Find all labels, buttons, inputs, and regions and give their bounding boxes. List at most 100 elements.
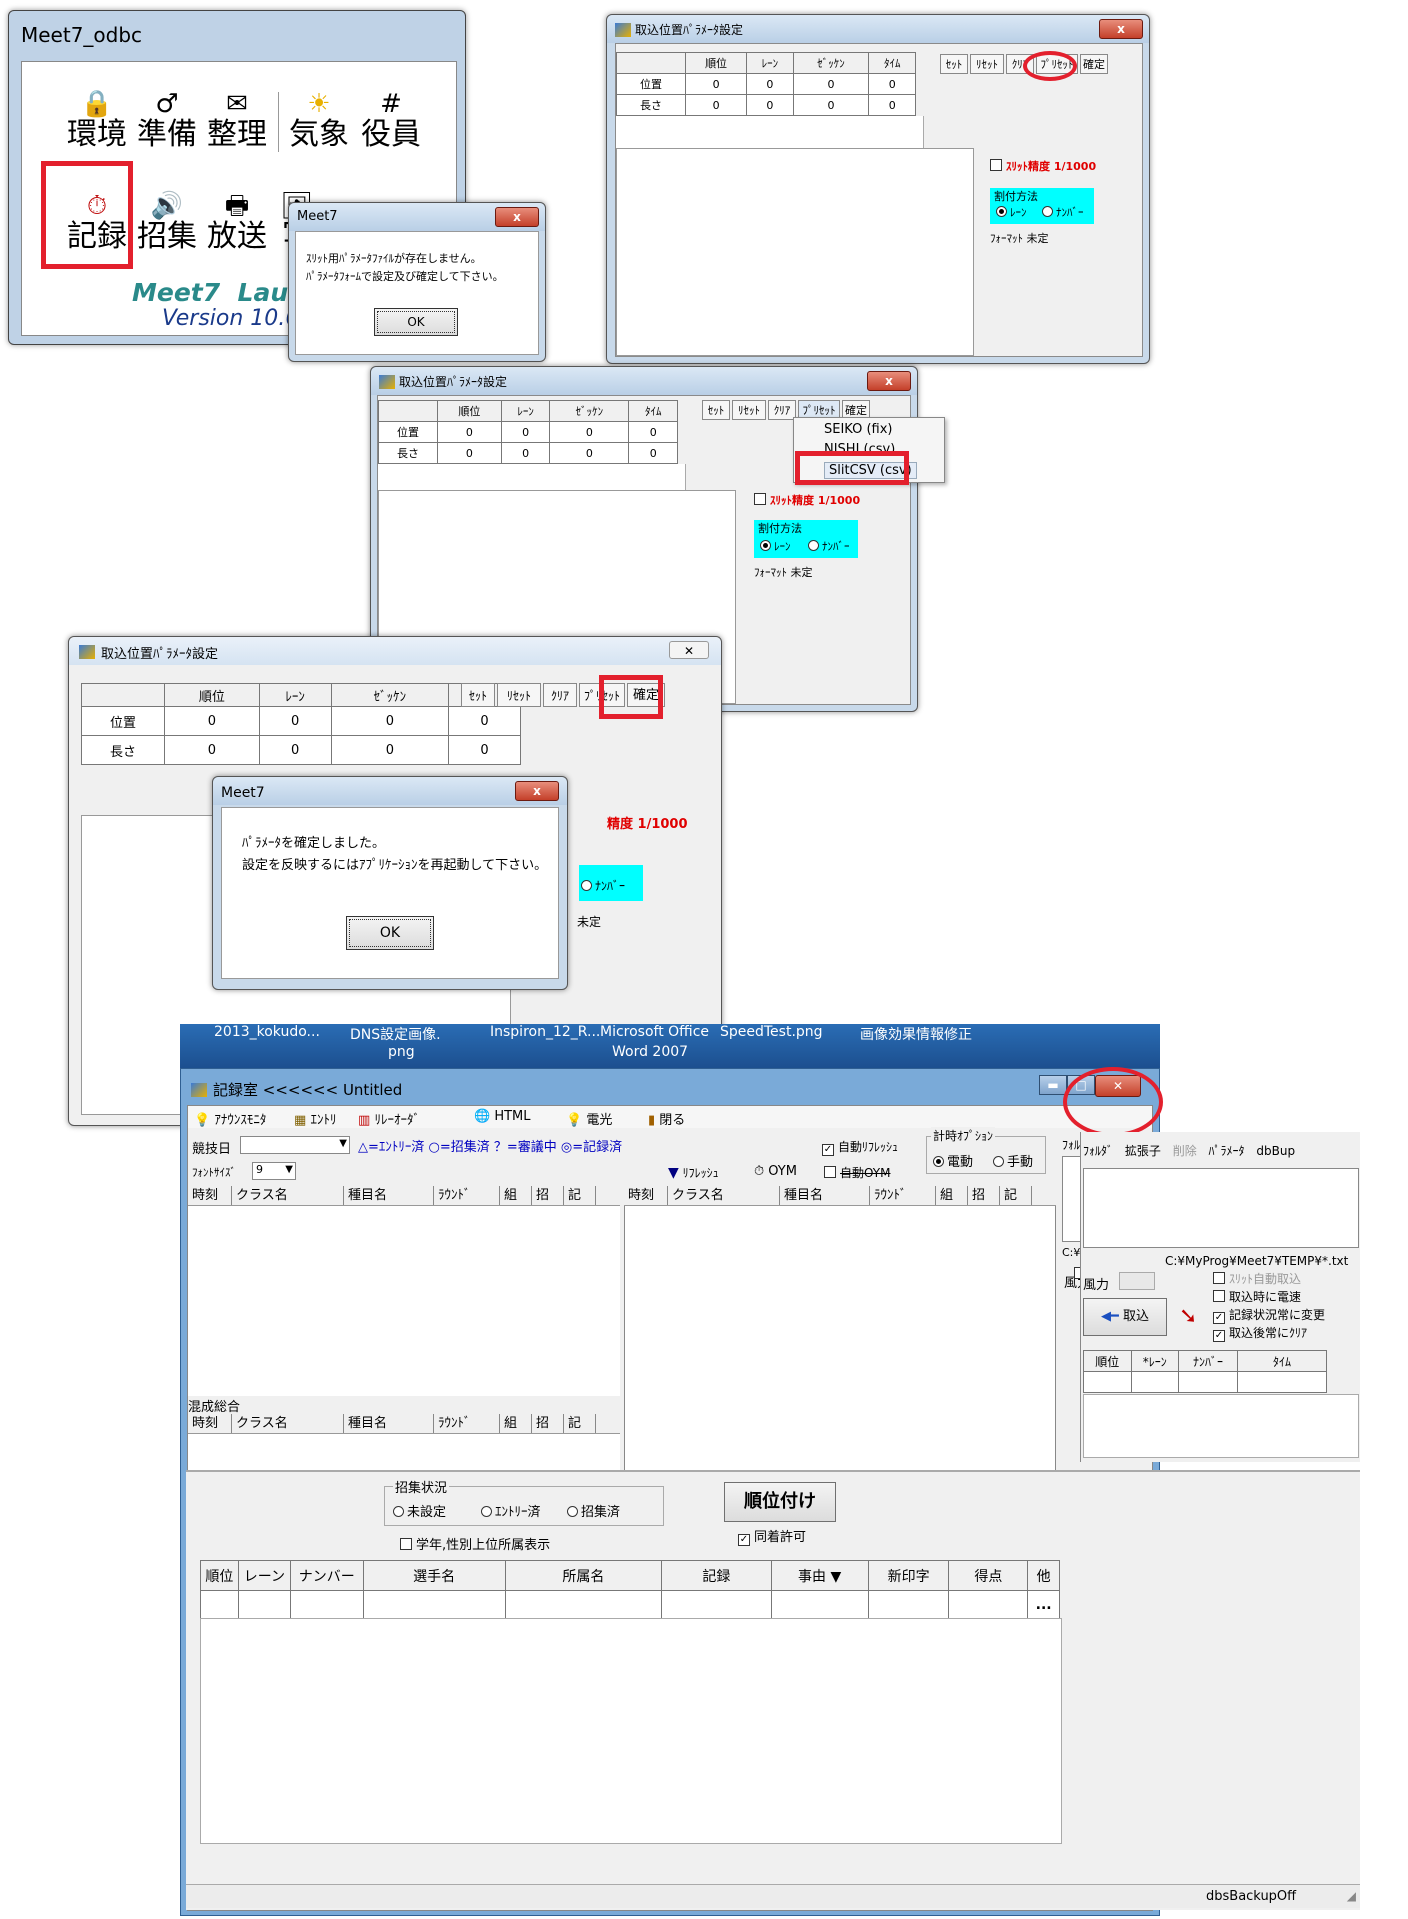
param2-cell[interactable]: 0 — [549, 442, 630, 464]
param2-close-button[interactable]: x — [867, 371, 911, 391]
import-button[interactable]: ◀━ 取込 — [1083, 1298, 1167, 1336]
launch-prep-button[interactable]: ♂ 準備 — [132, 90, 202, 152]
dialog2-close-button[interactable]: x — [515, 781, 559, 801]
file-list-full[interactable] — [1083, 1168, 1359, 1248]
call-unset-radio[interactable]: 未設定 — [393, 1501, 446, 1520]
param3-cell[interactable]: 0 — [448, 735, 521, 765]
result-cell[interactable] — [867, 1590, 950, 1619]
col-round[interactable]: ﾗｳﾝﾄﾞ — [434, 1186, 500, 1205]
dialog1-ok-button[interactable]: OK — [374, 308, 458, 336]
menu-entry[interactable]: ▦ ｴﾝﾄﾘ — [294, 1109, 336, 1128]
timing-electric-radio[interactable]: 電動 — [933, 1151, 973, 1170]
result-col-reason[interactable]: 事由 ▼ — [770, 1560, 869, 1591]
menu-relay[interactable]: ▥ ﾘﾚｰｵｰﾀﾞ — [358, 1109, 420, 1128]
tab-delete[interactable]: 削除 — [1173, 1144, 1197, 1158]
param1-cell[interactable]: 0 — [746, 73, 794, 95]
small-col-lane[interactable]: *ﾚｰﾝ — [1130, 1350, 1180, 1372]
col-group[interactable]: 組 — [500, 1414, 532, 1433]
param3-set-button[interactable]: ｾｯﾄ — [461, 683, 495, 707]
col-class[interactable]: クラス名 — [232, 1186, 344, 1205]
menu-close[interactable]: ▮ 閉る — [648, 1109, 685, 1128]
result-col-athlete[interactable]: 選手名 — [362, 1560, 506, 1591]
wind-input-full[interactable] — [1119, 1272, 1155, 1290]
param2-alloc-lane[interactable]: ﾚｰﾝ — [760, 538, 791, 554]
param2-alloc-number[interactable]: ﾅﾝﾊﾞｰ — [808, 538, 850, 554]
tab-folder[interactable]: ﾌｫﾙﾀﾞ — [1083, 1144, 1113, 1158]
param1-reset-button[interactable]: ﾘｾｯﾄ — [970, 54, 1004, 74]
launch-officers-button[interactable]: # 役員 — [356, 90, 426, 152]
tab-parameter[interactable]: ﾊﾟﾗﾒｰﾀ — [1209, 1144, 1245, 1158]
result-col-record[interactable]: 記録 — [661, 1560, 772, 1591]
col-event[interactable]: 種目名 — [780, 1186, 870, 1205]
param1-slit-checkbox[interactable] — [990, 159, 1002, 171]
result-col-score[interactable]: 得点 — [948, 1560, 1029, 1591]
param3-cell[interactable]: 0 — [258, 735, 332, 765]
result-col-other[interactable]: 他 — [1027, 1560, 1060, 1591]
result-col-lane[interactable]: レーン — [237, 1560, 291, 1591]
result-cell[interactable] — [289, 1590, 364, 1619]
param2-clear-button[interactable]: ｸﾘｱ — [768, 400, 796, 420]
result-cell[interactable] — [237, 1590, 291, 1619]
call-called-radio[interactable]: 招集済 — [567, 1501, 620, 1520]
result-col-affiliation[interactable]: 所属名 — [504, 1560, 663, 1591]
tab-extension[interactable]: 拡張子 — [1125, 1144, 1161, 1158]
small-col-time[interactable]: ﾀｲﾑ — [1237, 1350, 1327, 1372]
tab-dbbup[interactable]: dbBup — [1256, 1144, 1295, 1158]
small-col-number[interactable]: ﾅﾝﾊﾞｰ — [1178, 1350, 1238, 1372]
clear-after-checkbox[interactable]: ✓ 取込後常にｸﾘｱ — [1213, 1324, 1307, 1342]
small-cell[interactable] — [1237, 1371, 1327, 1393]
small-cell[interactable] — [1178, 1371, 1238, 1393]
auto-oym-checkbox[interactable]: 自動OYM — [824, 1164, 890, 1181]
param2-cell[interactable]: 0 — [437, 442, 502, 464]
records-minimize-button[interactable]: ▬ — [1039, 1075, 1067, 1095]
font-size-select[interactable]: 9 ▼ — [252, 1162, 296, 1180]
col-group[interactable]: 組 — [936, 1186, 968, 1205]
col-event[interactable]: 種目名 — [344, 1186, 434, 1205]
param3-reset-button[interactable]: ﾘｾｯﾄ — [497, 683, 541, 707]
param2-cell[interactable]: 0 — [500, 421, 551, 443]
call-entry-radio[interactable]: ｴﾝﾄﾘｰ済 — [481, 1501, 541, 1520]
param1-cell[interactable]: 0 — [684, 94, 748, 116]
param3-cell[interactable]: 0 — [258, 706, 332, 736]
small-cell[interactable] — [1130, 1371, 1180, 1393]
result-cell[interactable] — [661, 1590, 772, 1619]
col-record[interactable]: 記 — [564, 1186, 596, 1205]
col-call[interactable]: 招 — [532, 1186, 564, 1205]
param2-reset-button[interactable]: ﾘｾｯﾄ — [732, 400, 766, 420]
param2-cell[interactable]: 0 — [437, 421, 502, 443]
small-cell[interactable] — [1083, 1371, 1132, 1393]
param3-cell[interactable]: 0 — [330, 735, 450, 765]
refresh-button[interactable]: ▼ ﾘﾌﾚｯｼｭ — [668, 1164, 719, 1181]
launch-arrange-button[interactable]: ✉ 整理 — [202, 90, 272, 152]
param1-cell[interactable]: 0 — [792, 73, 870, 95]
taskbar-item[interactable]: DNS設定画像. — [350, 1024, 441, 1044]
param3-clear-button[interactable]: ｸﾘｱ — [543, 683, 577, 707]
preset-item-seiko[interactable]: SEIKO (fix) — [824, 422, 893, 437]
param1-cell[interactable]: 0 — [868, 94, 916, 116]
param2-cell[interactable]: 0 — [628, 421, 678, 443]
result-cell[interactable] — [504, 1590, 663, 1619]
param3-cell[interactable]: 0 — [164, 735, 260, 765]
result-col-number[interactable]: ナンバー — [289, 1560, 364, 1591]
col-call[interactable]: 招 — [968, 1186, 1000, 1205]
param3-cell[interactable]: 0 — [448, 706, 521, 736]
menu-html[interactable]: 🌐 HTML — [474, 1109, 531, 1124]
launch-broadcast-button[interactable]: 🖶 放送 — [202, 192, 272, 254]
param1-set-button[interactable]: ｾｯﾄ — [940, 54, 968, 74]
taskbar-item[interactable]: SpeedTest.png — [720, 1024, 823, 1040]
result-ellipsis-button[interactable]: ... — [1027, 1590, 1060, 1619]
col-time[interactable]: 時刻 — [624, 1186, 668, 1205]
col-group[interactable]: 組 — [500, 1186, 532, 1205]
param1-confirm-button[interactable]: 確定 — [1080, 54, 1108, 74]
dialog2-ok-button[interactable]: OK — [346, 916, 434, 950]
launch-weather-button[interactable]: ☀ 気象 — [284, 90, 354, 152]
result-col-rank[interactable]: 順位 — [200, 1560, 239, 1591]
col-record[interactable]: 記 — [564, 1414, 596, 1433]
param1-alloc-number[interactable]: ﾅﾝﾊﾞｰ — [1042, 204, 1084, 220]
col-call[interactable]: 招 — [532, 1414, 564, 1433]
param1-cell[interactable]: 0 — [792, 94, 870, 116]
param1-cell[interactable]: 0 — [684, 73, 748, 95]
col-time[interactable]: 時刻 — [188, 1186, 232, 1205]
result-cell[interactable] — [770, 1590, 869, 1619]
taskbar-item[interactable]: Inspiron_12_R... — [490, 1024, 600, 1040]
